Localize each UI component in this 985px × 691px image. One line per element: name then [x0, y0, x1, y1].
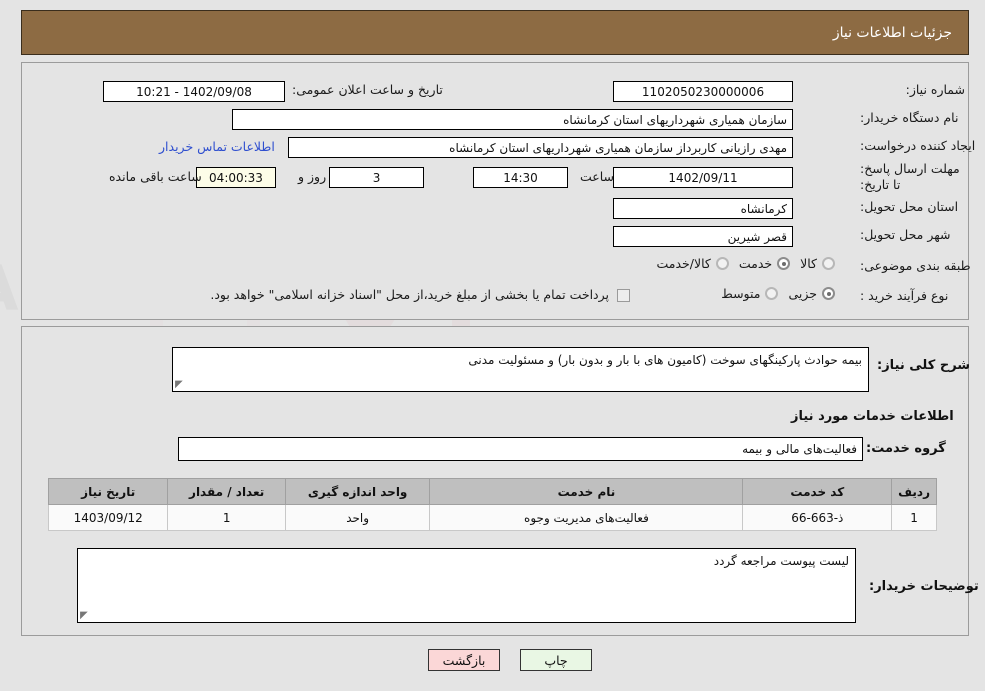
delivery-province-label: استان محل تحویل:: [860, 199, 959, 214]
radio-purchase-minor-label: جزیی: [788, 286, 817, 301]
buyer-contact-link[interactable]: اطلاعات تماس خریدار: [159, 139, 275, 154]
radio-category-goods-service[interactable]: [715, 257, 729, 270]
request-creator-field[interactable]: مهدی رازیانی کاربرداز سازمان همیاری شهرد…: [288, 137, 793, 158]
radio-category-service-label: خدمت: [738, 256, 773, 271]
purchase-type-label-wrap: نوع فرآیند خرید :: [860, 288, 948, 304]
purchase-type-label: نوع فرآیند خرید :: [860, 288, 949, 303]
page-header: جزئیات اطلاعات نیاز: [21, 10, 969, 55]
announce-label-wrap: تاریخ و ساعت اعلان عمومی:: [292, 82, 443, 98]
page-title: جزئیات اطلاعات نیاز: [832, 24, 952, 41]
announce-datetime-label: تاریخ و ساعت اعلان عمومی:: [292, 82, 443, 97]
purchase-radio-group: جزیی متوسط: [640, 286, 835, 301]
page-root: AriaTender.net جزئیات اطلاعات نیاز شماره…: [0, 0, 985, 691]
days-left-field[interactable]: 3: [329, 167, 424, 188]
deadline-date-field[interactable]: 1402/09/11: [613, 167, 793, 188]
table-row: 1 ذ-663-66 فعالیت‌های مدیریت وجوه واحد 1…: [47, 504, 937, 531]
cell-service-code: ذ-663-66: [742, 504, 893, 531]
deadline-label: مهلت ارسال پاسخ: تا تاریخ:: [860, 161, 960, 192]
th-service-name: نام خدمت: [429, 478, 744, 505]
description-label: شرح کلی نیاز:: [877, 358, 971, 373]
delivery-province-field[interactable]: کرمانشاه: [613, 198, 793, 219]
treasury-checkbox[interactable]: [617, 288, 630, 302]
services-section-title: اطلاعات خدمات مورد نیاز: [791, 409, 954, 424]
cell-unit: واحد: [284, 504, 431, 531]
buyer-notes-label: توضیحات خریدار:: [869, 579, 979, 594]
request-creator-label: ایجاد کننده درخواست:: [860, 138, 976, 153]
th-need-date: تاریخ نیاز: [47, 478, 169, 505]
day-and-label: روز و: [298, 169, 327, 184]
radio-purchase-medium[interactable]: [765, 287, 779, 300]
radio-purchase-medium-label: متوسط: [721, 286, 761, 301]
buyer-notes-value: لیست پیوست مراجعه گردد: [713, 554, 849, 568]
th-unit: واحد اندازه گیری: [284, 478, 431, 505]
treasury-checkbox-row: پرداخت تمام یا بخشی از مبلغ خرید،از محل …: [120, 287, 630, 303]
delivery-city-field[interactable]: قصر شیرین: [613, 226, 793, 247]
cell-need-date: 1403/09/12: [47, 504, 169, 531]
table-header-row: ردیف کد خدمت نام خدمت واحد اندازه گیری ت…: [47, 478, 937, 505]
resize-grip-icon[interactable]: ◥: [175, 379, 185, 390]
category-radio-group: کالا خدمت کالا/خدمت: [560, 256, 835, 271]
th-quantity: تعداد / مقدار: [167, 478, 286, 505]
radio-category-goods-service-label: کالا/خدمت: [656, 256, 711, 271]
treasury-checkbox-label: پرداخت تمام یا بخشی از مبلغ خرید،از محل …: [210, 287, 609, 302]
th-service-code: کد خدمت: [742, 478, 893, 505]
buyer-org-label: نام دستگاه خریدار:: [860, 110, 959, 125]
deadline-label-wrap: مهلت ارسال پاسخ: تا تاریخ:: [860, 161, 970, 193]
delivery-city-label: شهر محل تحویل:: [860, 227, 951, 242]
need-number-label: شماره نیاز:: [905, 82, 965, 97]
cell-service-name: فعالیت‌های مدیریت وجوه: [429, 504, 744, 531]
hours-remaining-label: ساعت باقی مانده: [109, 169, 202, 184]
services-table: ردیف کد خدمت نام خدمت واحد اندازه گیری ت…: [47, 478, 937, 531]
deadline-time-field[interactable]: 14:30: [473, 167, 568, 188]
need-number-label-wrap: شماره نیاز:: [860, 82, 965, 98]
request-creator-label-wrap: ایجاد کننده درخواست:: [860, 138, 975, 154]
delivery-city-label-wrap: شهر محل تحویل:: [860, 227, 950, 243]
need-number-field[interactable]: 1102050230000006: [613, 81, 793, 102]
category-label-wrap: طبقه بندی موضوعی:: [860, 258, 971, 274]
service-group-field[interactable]: فعالیت‌های مالی و بیمه: [178, 437, 863, 461]
radio-category-goods[interactable]: [822, 257, 835, 270]
radio-purchase-minor[interactable]: [822, 287, 835, 300]
cell-quantity: 1: [167, 504, 286, 531]
buyer-org-label-wrap: نام دستگاه خریدار:: [860, 110, 958, 126]
description-textarea[interactable]: بیمه حوادث پارکینگهای سوخت (کامیون های ب…: [172, 347, 869, 392]
buyer-org-field[interactable]: سازمان همیاری شهرداریهای استان کرمانشاه: [232, 109, 793, 130]
radio-category-service[interactable]: [777, 257, 791, 270]
hour-label: ساعت: [580, 169, 615, 184]
cell-row-no: 1: [891, 504, 937, 531]
service-group-label: گروه خدمت:: [866, 441, 946, 456]
radio-category-goods-label: کالا: [800, 256, 817, 271]
time-left-field: 04:00:33: [196, 167, 276, 188]
th-row-no: ردیف: [891, 478, 937, 505]
buyer-notes-textarea[interactable]: لیست پیوست مراجعه گردد ◥: [77, 548, 856, 623]
announce-datetime-field[interactable]: 1402/09/08 - 10:21: [103, 81, 285, 102]
category-label: طبقه بندی موضوعی:: [860, 258, 971, 273]
resize-grip-icon-2[interactable]: ◥: [80, 610, 90, 621]
delivery-province-label-wrap: استان محل تحویل:: [860, 199, 958, 215]
description-value: بیمه حوادث پارکینگهای سوخت (کامیون های ب…: [468, 353, 862, 367]
print-button[interactable]: چاپ: [520, 649, 592, 671]
back-button[interactable]: بازگشت: [428, 649, 500, 671]
